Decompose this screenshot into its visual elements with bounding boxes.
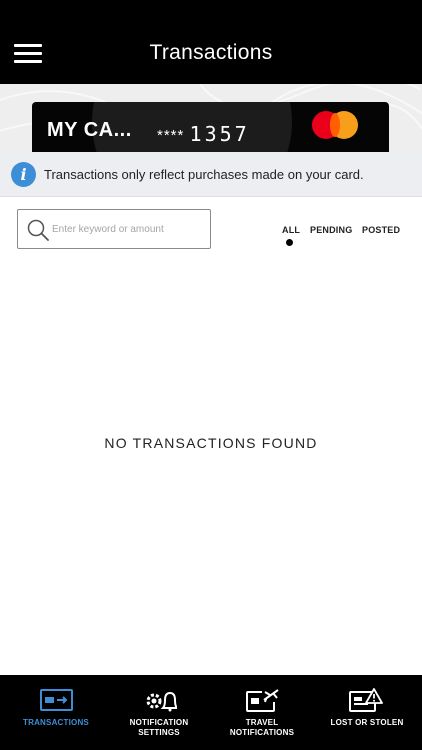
- search-box[interactable]: [17, 209, 211, 249]
- nav-item-notification-settings[interactable]: NOTIFICATION SETTINGS: [105, 675, 213, 750]
- nav-label-notification-settings: NOTIFICATION SETTINGS: [129, 718, 189, 737]
- card-last-four: 1357: [189, 122, 250, 146]
- nav-label-lost-or-stolen: LOST OR STOLEN: [330, 718, 404, 727]
- page-title: Transactions: [149, 41, 273, 64]
- info-text: Transactions only reflect purchases made…: [44, 167, 364, 182]
- card-thumbnail[interactable]: MY CA... **** 1357: [32, 102, 389, 152]
- filter-tab-all[interactable]: ALL: [282, 225, 300, 235]
- card-transfer-icon: [40, 689, 73, 711]
- search-input[interactable]: [52, 218, 202, 240]
- mastercard-logo: [312, 111, 360, 139]
- card-number-mask: ****: [157, 127, 185, 144]
- bottom-navigation: TRANSACTIONS NOTIFICATION SETTINGS TRAVE…: [0, 675, 422, 750]
- card-number: **** 1357: [157, 121, 250, 146]
- nav-label-transactions: TRANSACTIONS: [23, 718, 89, 727]
- selected-filter-indicator: [286, 239, 293, 246]
- top-app-bar: Transactions: [0, 0, 422, 84]
- search-icon: [27, 219, 49, 241]
- nav-item-lost-or-stolen[interactable]: LOST OR STOLEN: [312, 675, 422, 750]
- gear-bell-icon: [146, 691, 177, 712]
- card-warning-icon: [349, 688, 383, 712]
- nav-label-travel-notifications: TRAVEL NOTIFICATIONS: [229, 718, 295, 737]
- info-banner: i Transactions only reflect purchases ma…: [0, 152, 422, 197]
- card-banner: MY CA... **** 1357: [0, 84, 422, 152]
- nav-item-travel-notifications[interactable]: TRAVEL NOTIFICATIONS: [208, 675, 316, 750]
- empty-state-message: NO TRANSACTIONS FOUND: [104, 435, 318, 451]
- nav-item-transactions[interactable]: TRANSACTIONS: [0, 675, 112, 750]
- info-icon: i: [11, 162, 36, 187]
- card-airplane-icon: [246, 689, 279, 712]
- card-name: MY CA...: [47, 119, 132, 141]
- filter-tab-pending[interactable]: PENDING: [310, 225, 352, 235]
- filter-tab-posted[interactable]: POSTED: [362, 225, 400, 235]
